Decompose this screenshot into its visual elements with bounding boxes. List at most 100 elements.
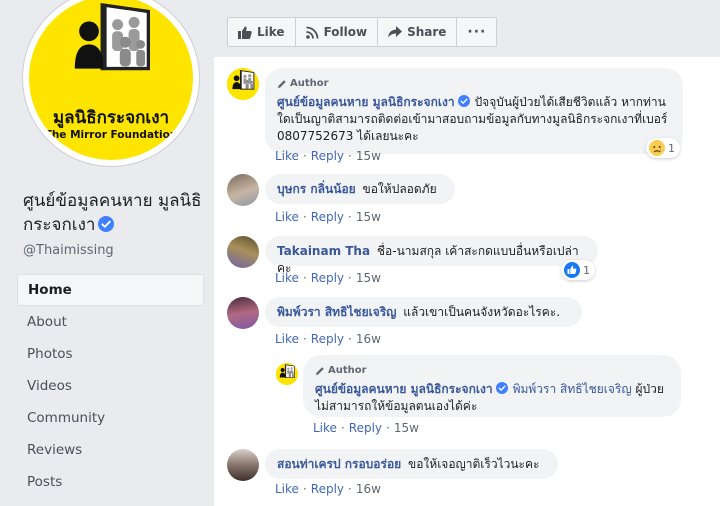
share-page-button[interactable]: Share	[378, 18, 458, 46]
more-options-button[interactable]: ···	[457, 18, 496, 46]
logo-caption-english: The Mirror Foundation	[44, 129, 178, 141]
separator-dot: ·	[348, 332, 352, 346]
nav-item-posts[interactable]: Posts	[17, 466, 204, 498]
follow-page-label: Follow	[323, 25, 368, 39]
like-reaction-icon	[564, 262, 580, 278]
nav-item-about[interactable]: About	[17, 306, 204, 338]
comment-bubble: Author ศูนย์ข้อมูลคนหาย มูลนิธิกระจกเงา พ…	[303, 355, 681, 417]
separator-dot: ·	[348, 210, 352, 224]
pencil-icon	[315, 366, 325, 376]
mirror-logo-graphic	[276, 363, 298, 385]
nav-item-videos[interactable]: Videos	[17, 370, 204, 402]
reaction-count[interactable]: 1	[561, 260, 595, 280]
reaction-count[interactable]: 1	[646, 138, 680, 158]
comments-section: Author ศูนย์ข้อมูลคนหาย มูลนิธิกระจกเงาป…	[214, 57, 720, 506]
comment-bubble: Author ศูนย์ข้อมูลคนหาย มูลนิธิกระจกเงาป…	[265, 68, 683, 154]
author-badge: Author	[315, 362, 669, 379]
comment-text: ขอให้ปลอดภัย	[362, 182, 437, 196]
follow-page-button[interactable]: Follow	[296, 18, 379, 46]
comment-timestamp[interactable]: 15w	[356, 149, 381, 163]
mirror-logo-graphic	[227, 68, 259, 100]
comment-timestamp[interactable]: 15w	[356, 210, 381, 224]
like-comment-link[interactable]: Like	[275, 210, 299, 224]
reply-link[interactable]: Reply	[349, 421, 382, 435]
comment-text: ขอให้เจอญาติเร็วไวนะคะ	[408, 457, 540, 471]
like-comment-link[interactable]: Like	[313, 421, 337, 435]
comment-text: แล้วเขาเป็นคนจังหวัดอะไรคะ.	[403, 305, 561, 319]
nav-item-reviews[interactable]: Reviews	[17, 434, 204, 466]
commenter-avatar[interactable]	[227, 236, 259, 268]
author-badge-label: Author	[328, 365, 367, 376]
commenter-name[interactable]: Takainam Tha	[277, 244, 370, 258]
sad-reaction-icon	[649, 140, 665, 156]
nav-item-photos[interactable]: Photos	[17, 338, 204, 370]
thumbs-up-icon	[238, 26, 252, 39]
separator-dot: ·	[386, 421, 390, 435]
mirror-foundation-logo: มูลนิธิกระจกเงา The Mirror Foundation	[29, 0, 193, 160]
comment-timestamp[interactable]: 16w	[356, 332, 381, 346]
commenter-name[interactable]: ศูนย์ข้อมูลคนหาย มูลนิธิกระจกเงา	[277, 95, 455, 109]
mentioned-user-link[interactable]: พิมพ์วรา สิทธิไชยเจริญ	[513, 382, 632, 396]
reply-link[interactable]: Reply	[311, 271, 344, 285]
commenter-avatar[interactable]	[227, 174, 259, 206]
reply-link[interactable]: Reply	[311, 149, 344, 163]
like-comment-link[interactable]: Like	[275, 482, 299, 496]
comment-bubble: สอนท่าเครป กรอบอร่อย ขอให้เจอญาติเร็วไวน…	[265, 449, 558, 479]
like-page-label: Like	[257, 25, 285, 39]
logo-caption-thai: มูลนิธิกระจกเงา	[52, 108, 170, 128]
page-sidebar: มูลนิธิกระจกเงา The Mirror Foundation ศู…	[0, 0, 213, 506]
comment-timestamp[interactable]: 16w	[356, 482, 381, 496]
like-comment-link[interactable]: Like	[275, 332, 299, 346]
comment-actions: Like · Reply · 15w	[275, 210, 381, 224]
comment-bubble: บุษกร กลิ่นน้อย ขอให้ปลอดภัย	[265, 174, 455, 204]
separator-dot: ·	[302, 332, 307, 346]
reply-link[interactable]: Reply	[311, 482, 344, 496]
comment-actions: Like · Reply · 15w	[313, 421, 419, 435]
reaction-count-value: 1	[668, 141, 675, 155]
separator-dot: ·	[348, 149, 352, 163]
commenter-avatar[interactable]	[227, 297, 259, 329]
verified-badge-icon	[496, 382, 508, 394]
commenter-name[interactable]: พิมพ์วรา สิทธิไชยเจริญ	[277, 305, 396, 319]
author-badge: Author	[277, 75, 671, 92]
like-comment-link[interactable]: Like	[275, 271, 299, 285]
more-dots-icon: ···	[467, 24, 487, 40]
comment-bubble: Takainam Tha ชื่อ-นามสกุล เค้าสะกดแบบอื่…	[265, 236, 598, 275]
nav-item-home[interactable]: Home	[17, 274, 204, 306]
reaction-count-value: 1	[583, 263, 590, 277]
separator-dot: ·	[302, 149, 307, 163]
like-page-button[interactable]: Like	[228, 18, 296, 46]
page-handle[interactable]: @Thaimissing	[23, 243, 114, 258]
commenter-avatar[interactable]	[227, 449, 259, 481]
page-action-bar: Like Follow Share ···	[227, 17, 498, 47]
like-comment-link[interactable]: Like	[275, 149, 299, 163]
profile-picture[interactable]: มูลนิธิกระจกเงา The Mirror Foundation	[23, 0, 199, 166]
separator-dot: ·	[348, 271, 352, 285]
page-navigation: Home About Photos Videos Community Revie…	[17, 274, 204, 498]
author-avatar[interactable]	[276, 363, 298, 385]
separator-dot: ·	[348, 482, 352, 496]
pencil-icon	[277, 79, 287, 89]
share-page-label: Share	[407, 25, 447, 39]
comment-timestamp[interactable]: 15w	[394, 421, 419, 435]
commenter-name[interactable]: บุษกร กลิ่นน้อย	[277, 182, 356, 196]
verified-badge-icon	[98, 216, 114, 232]
comment-actions: Like · Reply · 15w	[275, 271, 381, 285]
commenter-name[interactable]: ศูนย์ข้อมูลคนหาย มูลนิธิกระจกเงา	[315, 382, 493, 396]
mirror-logo-graphic	[29, 0, 193, 106]
share-arrow-icon	[388, 26, 403, 38]
page-title[interactable]: ศูนย์ข้อมูลคนหาย มูลนิธิกระจกเงา	[23, 189, 208, 237]
commenter-name[interactable]: สอนท่าเครป กรอบอร่อย	[277, 457, 401, 471]
separator-dot: ·	[302, 271, 307, 285]
reply-link[interactable]: Reply	[311, 210, 344, 224]
comment-timestamp[interactable]: 15w	[356, 271, 381, 285]
separator-dot: ·	[340, 421, 345, 435]
reply-link[interactable]: Reply	[311, 332, 344, 346]
nav-item-community[interactable]: Community	[17, 402, 204, 434]
comment-actions: Like · Reply · 15w	[275, 149, 381, 163]
comment-actions: Like · Reply · 16w	[275, 482, 381, 496]
comment-bubble: พิมพ์วรา สิทธิไชยเจริญ แล้วเขาเป็นคนจังห…	[265, 297, 582, 327]
rss-follow-icon	[305, 26, 318, 39]
author-avatar[interactable]	[227, 68, 259, 100]
verified-badge-icon	[458, 95, 470, 107]
